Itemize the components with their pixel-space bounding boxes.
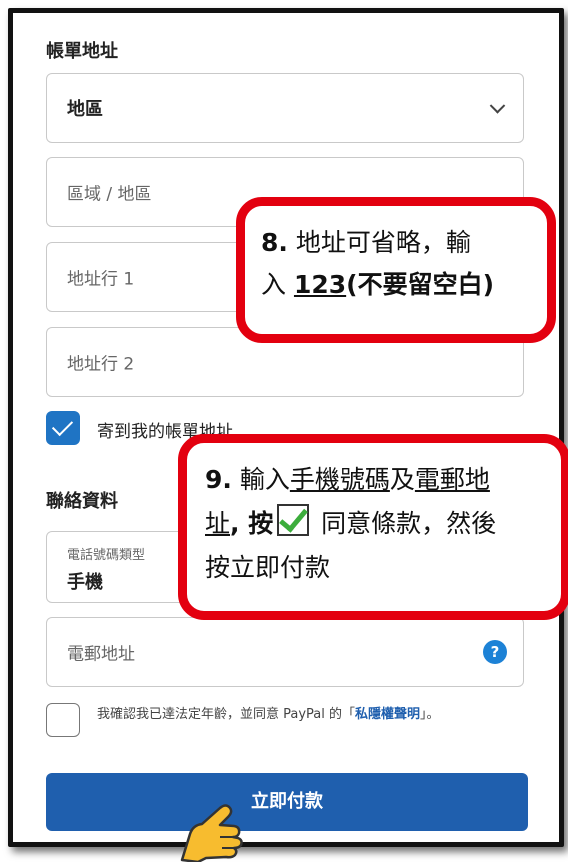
callout-9-line2: 址, 按 同意條款，然後 [205, 503, 496, 545]
callout-8-value: 123 [293, 270, 347, 299]
phone-type-label: 電話號碼類型 [67, 548, 146, 563]
area-input-placeholder: 區域 / 地區 [67, 184, 152, 205]
callout-8-line2: 入 123(不要留空白) [261, 264, 494, 306]
email-input[interactable]: 電郵地址 ? [46, 617, 524, 687]
address-line1-placeholder: 地址行 1 [67, 269, 135, 290]
checkout-form: 帳單地址 地區 區域 / 地區 地址行 1 地址行 2 寄到我的帳單地址 聯絡資… [8, 8, 564, 847]
pointing-hand-icon [176, 800, 256, 866]
contact-info-title: 聯絡資料 [46, 491, 118, 512]
callout-9-line1: 9. 輸入手機號碼及電郵地 [205, 459, 490, 501]
instruction-callout-8: 8. 地址可省略，輸 入 123(不要留空白) [236, 197, 556, 343]
consent-text: 我確認我已達法定年齡，並同意 PayPal 的「私隱權聲明」。 [97, 703, 440, 722]
privacy-policy-link[interactable]: 私隱權聲明 [355, 707, 420, 722]
instruction-callout-9: 9. 輸入手機號碼及電郵地 址, 按 同意條款，然後 按立即付款 [178, 434, 568, 620]
callout-9-step: 9. [205, 465, 232, 494]
callout-9-email: 電郵地 [414, 465, 490, 494]
callout-8-line1: 8. 地址可省略，輸 [261, 222, 471, 264]
chevron-down-icon [489, 98, 506, 114]
ship-to-billing-checkbox[interactable] [46, 411, 80, 445]
region-select-value: 地區 [67, 99, 103, 120]
consent-text-after: 」。 [420, 707, 440, 722]
callout-8-line1-text: 地址可省略，輸 [287, 228, 471, 257]
callout-9-email-end: 址 [205, 509, 231, 538]
consent-text-before: 我確認我已達法定年齡，並同意 PayPal 的「 [97, 707, 356, 722]
callout-8-line2-prefix: 入 [261, 270, 294, 299]
address-line2-placeholder: 地址行 2 [67, 354, 135, 375]
callout-9-line1-mid: 及 [389, 465, 415, 494]
checkmark-icon [277, 504, 310, 536]
callout-9-line2-rest: 同意條款，然後 [313, 509, 497, 538]
callout-8-line2-suffix: (不要留空白) [346, 270, 494, 299]
callout-9-line3: 按立即付款 [205, 553, 331, 582]
pay-now-button[interactable]: 立即付款 [46, 773, 528, 831]
region-select[interactable]: 地區 [46, 73, 524, 143]
callout-8-step: 8. [261, 228, 288, 257]
callout-9-phone: 手機號碼 [289, 465, 390, 494]
phone-type-value: 手機 [67, 572, 103, 593]
callout-9-press: , 按 [230, 509, 274, 538]
callout-9-line1-prefix: 輸入 [231, 465, 290, 494]
billing-address-title: 帳單地址 [46, 41, 118, 62]
consent-checkbox[interactable] [46, 703, 80, 737]
email-input-placeholder: 電郵地址 [67, 644, 135, 665]
help-icon[interactable]: ? [483, 640, 507, 664]
